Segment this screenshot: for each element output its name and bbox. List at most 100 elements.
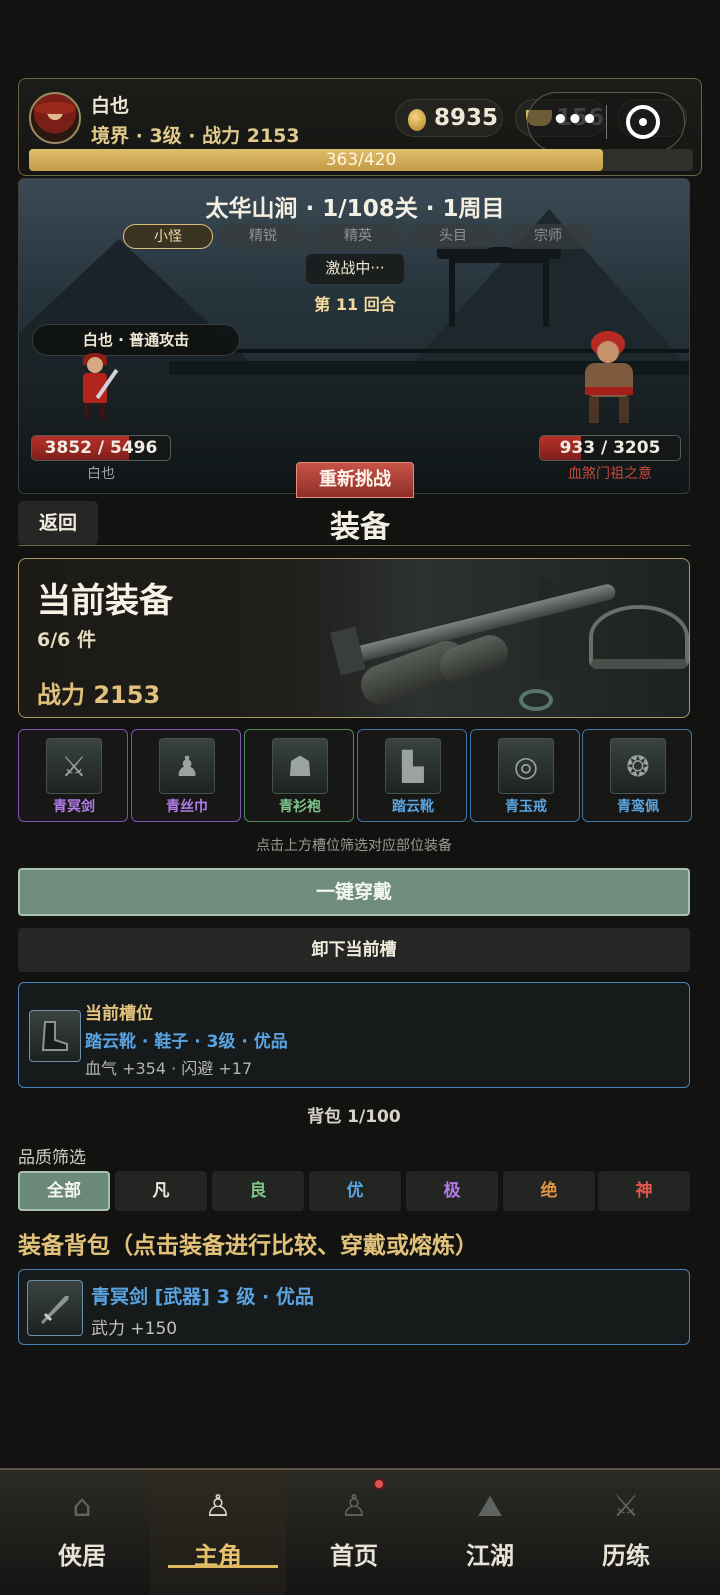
current-equipment-card: 当前装备 6/6 件 战力 2153 [18,558,690,718]
equip-all-button[interactable]: 一键穿戴 [18,868,690,916]
close-target-icon[interactable] [626,105,660,139]
equipment-icon: ♟ [159,738,215,794]
action-bubble: 白也 · 普通攻击 [32,324,240,356]
player-card[interactable]: 白也 境界 · 3级 · 战力 2153 8935 156 ••• 363/42… [18,78,702,176]
bag-title: 装备背包（点击装备进行比较、穿戴或熔炼） [18,1233,478,1259]
nav-active-underline [168,1565,278,1568]
quality-filter-3[interactable]: 优 [309,1171,401,1211]
quality-filter-2[interactable]: 良 [212,1171,304,1211]
equipment-slot-5[interactable]: ❂ 青鸾佩 [582,729,692,822]
nav-label: 历练 [602,1542,650,1570]
equipment-slot-label: 青鸾佩 [617,799,659,815]
equipment-icon: ☗ [272,738,328,794]
more-menu-icon[interactable]: ••• [552,105,598,135]
quality-filter-4[interactable]: 极 [406,1171,498,1211]
nav-item-2[interactable]: ♙ 首页 [286,1470,422,1595]
quality-filter-1[interactable]: 凡 [115,1171,207,1211]
tab-difficulty-1[interactable]: 精锐 [218,224,308,249]
page-title: 装备 [330,510,390,545]
player-name: 白也 [91,95,130,117]
enemy-hp-bar: 933 / 3205 [539,435,681,461]
enemy-hp-text: 933 / 3205 [559,438,661,458]
equipment-slot-2[interactable]: ☗ 青衫袍 [244,729,354,822]
sword-icon [27,1280,83,1336]
mini-program-capsule: ••• [527,92,685,152]
jade-pendant-illustration [519,689,553,711]
quality-filter-label: 品质筛选 [18,1148,86,1168]
house-icon: ⌂ [72,1488,92,1524]
tab-difficulty-4[interactable]: 宗师 [503,224,593,249]
quality-filter-5[interactable]: 绝 [503,1171,595,1211]
nav-item-3[interactable]: ⛰ 江湖 [422,1470,558,1595]
hero-hp-text: 3852 / 5496 [44,438,158,458]
nav-item-4[interactable]: ⚔ 历练 [558,1470,694,1595]
nav-item-0[interactable]: ⌂ 侠居 [14,1470,150,1595]
exp-text: 363/420 [325,150,397,170]
target-dot [639,118,647,126]
nav-label: 江湖 [466,1542,514,1570]
hero-icon: ♙ [204,1488,232,1524]
enemy-name-label: 血煞门祖之意 [568,466,652,482]
capsule-divider [606,105,607,139]
stage-title: 太华山涧 · 1/108关 · 1周目 [205,196,505,222]
equipment-slot-label: 青衫袍 [279,799,321,815]
equipment-slot-label: 踏云靴 [392,799,434,815]
equipment-icon: ⚔ [46,738,102,794]
hat-icon [35,102,75,114]
gold-coin-icon [408,109,426,131]
equipment-slot-4[interactable]: ◎ 青玉戒 [470,729,580,822]
fight-status: 激战中··· [306,254,404,284]
exp-bar: 363/420 [29,149,693,171]
rechallenge-button[interactable]: 重新挑战 [296,462,414,498]
avatar[interactable] [29,92,81,144]
mountain-icon: ⛰ [477,1488,503,1524]
nav-item-1[interactable]: ♙ 主角 [150,1470,286,1595]
bag-item[interactable]: 青冥剑 [武器] 3 级 · 优品 武力 +150 [18,1269,690,1345]
current-slot-card[interactable]: 当前槽位 踏云靴 · 鞋子 · 3级 · 优品 血气 +354 · 闪避 +17 [18,982,690,1088]
bag-item-name: 青冥剑 [武器] 3 级 · 优品 [91,1286,314,1308]
hero-hp-bar: 3852 / 5496 [31,435,171,461]
title-divider [18,545,690,546]
equipment-slot-1[interactable]: ♟ 青丝巾 [131,729,241,822]
unequip-slot-button[interactable]: 卸下当前槽 [18,928,690,972]
crown-illustration [589,605,689,669]
equipment-slot-label: 青玉戒 [505,799,547,815]
equipment-icon: ▙ [385,738,441,794]
current-slot-item: 踏云靴 · 鞋子 · 3级 · 优品 [85,1032,288,1052]
current-equipment-power: 战力 2153 [37,681,161,709]
hero-legs [85,403,105,419]
equipment-icon: ◎ [498,738,554,794]
current-slot-heading: 当前槽位 [85,1004,153,1024]
current-slot-stats: 血气 +354 · 闪避 +17 [85,1059,253,1078]
tab-difficulty-0[interactable]: 小怪 [123,224,213,249]
equipment-slot-3[interactable]: ▙ 踏云靴 [357,729,467,822]
tab-difficulty-2[interactable]: 精英 [313,224,403,249]
home-icon: ♙ [340,1488,368,1524]
sword-guard [330,626,366,676]
equipment-slot-label: 青丝巾 [166,799,208,815]
difficulty-tabs: 小怪 精锐 精英 头目 宗师 [123,224,593,250]
weapon-rack [539,579,553,679]
enemy-belt [585,387,633,395]
crossed-swords-icon: ⚔ [612,1488,640,1524]
hero-head [87,357,103,373]
battle-scene: 太华山涧 · 1/108关 · 1周目 小怪 精锐 精英 头目 宗师 激战中··… [18,178,690,494]
gold-counter[interactable]: 8935 [395,99,503,137]
tab-difficulty-3[interactable]: 头目 [408,224,498,249]
round-counter: 第 11 回合 [314,295,396,314]
slot-hint: 点击上方槽位筛选对应部位装备 [256,838,452,854]
bag-capacity: 背包 1/100 [307,1107,401,1127]
enemy-legs [589,397,629,423]
nav-label: 侠居 [58,1542,106,1570]
bottom-nav: ⌂ 侠居 ♙ 主角 ♙ 首页 ⛰ 江湖 ⚔ 历练 [0,1468,720,1595]
quality-filter-0[interactable]: 全部 [18,1171,110,1211]
quality-filter-6[interactable]: 神 [598,1171,690,1211]
hero-name-label: 白也 [87,466,115,482]
equipment-slot-label: 青冥剑 [53,799,95,815]
bag-item-stat: 武力 +150 [91,1319,178,1339]
boots-icon [29,1010,81,1062]
equipment-slot-0[interactable]: ⚔ 青冥剑 [18,729,128,822]
current-equipment-title: 当前装备 [37,581,173,621]
equipment-icon: ❂ [610,738,666,794]
nav-label: 首页 [330,1542,378,1570]
